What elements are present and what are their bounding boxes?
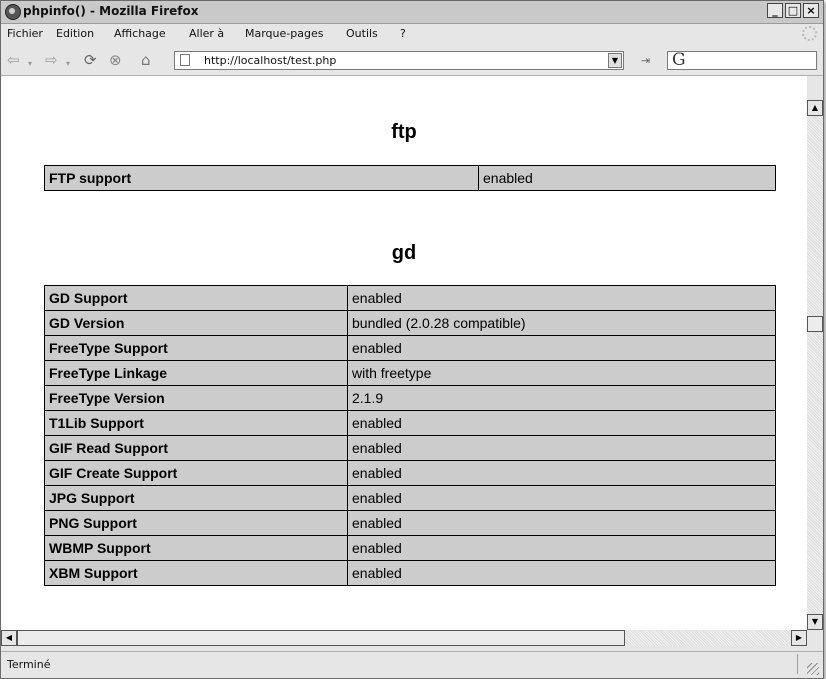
navigation-toolbar: ⇦ ▾ ⇨ ▾ ⟳ ⊗ ⌂ http://localhost/test.php … (1, 45, 823, 76)
reload-icon[interactable]: ⟳ (84, 52, 97, 68)
menu-bar: Fichier Edition Affichage Aller à Marque… (1, 24, 823, 44)
table-row: FreeType Linkage with freetype (44, 360, 776, 386)
row-key: GIF Create Support (44, 460, 348, 486)
vertical-scrollbar[interactable]: ▲ ▼ (807, 100, 823, 630)
row-key: JPG Support (44, 485, 348, 511)
forward-arrow-icon[interactable]: ⇨ (45, 52, 58, 68)
table-row: XBM Support enabled (44, 560, 776, 586)
row-value: enabled (347, 335, 776, 361)
status-bar: Terminé (1, 651, 823, 678)
menu-affichage[interactable]: Affichage (114, 27, 166, 40)
resize-grip-icon[interactable] (807, 663, 819, 675)
row-key: FTP support (44, 165, 479, 191)
row-value: enabled (478, 165, 776, 191)
scrollbar-corner (807, 630, 823, 646)
horizontal-scroll-thumb[interactable] (17, 630, 625, 646)
row-key: T1Lib Support (44, 410, 348, 436)
scroll-right-icon[interactable]: ▶ (791, 630, 807, 646)
row-value: enabled (347, 410, 776, 436)
url-text: http://localhost/test.php (204, 54, 337, 67)
table-row: GIF Create Support enabled (44, 460, 776, 486)
row-key: WBMP Support (44, 535, 348, 561)
close-button[interactable]: × (803, 3, 819, 18)
menu-edition[interactable]: Edition (56, 27, 94, 40)
gd-table: GD Support enabled GD Version bundled (2.0… (44, 285, 776, 586)
scroll-down-icon[interactable]: ▼ (807, 614, 823, 630)
row-value: enabled (347, 485, 776, 511)
table-row: PNG Support enabled (44, 510, 776, 536)
menu-help[interactable]: ? (400, 27, 406, 40)
table-row: GIF Read Support enabled (44, 435, 776, 461)
row-key: FreeType Version (44, 385, 348, 411)
row-key: PNG Support (44, 510, 348, 536)
row-value: 2.1.9 (347, 385, 776, 411)
stop-icon[interactable]: ⊗ (109, 52, 122, 68)
back-arrow-icon[interactable]: ⇦ (7, 52, 20, 68)
status-text: Terminé (7, 658, 51, 671)
table-row: FTP support enabled (44, 165, 776, 191)
row-key: FreeType Linkage (44, 360, 348, 386)
menu-aller-a[interactable]: Aller à (189, 27, 224, 40)
forward-dropdown-icon[interactable]: ▾ (66, 56, 70, 72)
section-heading-ftp: ftp (391, 121, 417, 143)
row-value: enabled (347, 510, 776, 536)
url-dropdown-icon[interactable]: ▼ (608, 53, 622, 68)
table-row: GD Version bundled (2.0.28 compatible) (44, 310, 776, 336)
table-row: FreeType Support enabled (44, 335, 776, 361)
title-bar[interactable]: phpinfo() - Mozilla Firefox _ □ × (1, 1, 823, 24)
scroll-left-icon[interactable]: ◀ (1, 630, 17, 646)
row-value: with freetype (347, 360, 776, 386)
browser-window: phpinfo() - Mozilla Firefox _ □ × Fichie… (0, 0, 824, 679)
row-value: enabled (347, 285, 776, 311)
page-icon (180, 54, 190, 66)
page-content: ftp FTP support enabled gd GD Support ena… (1, 100, 807, 630)
table-row: GD Support enabled (44, 285, 776, 311)
menu-fichier[interactable]: Fichier (7, 27, 43, 40)
table-row: T1Lib Support enabled (44, 410, 776, 436)
table-row: WBMP Support enabled (44, 535, 776, 561)
scroll-up-icon[interactable]: ▲ (807, 100, 823, 116)
row-key: GIF Read Support (44, 435, 348, 461)
row-value: enabled (347, 435, 776, 461)
row-value: enabled (347, 460, 776, 486)
menu-marque-pages[interactable]: Marque-pages (245, 27, 323, 40)
back-dropdown-icon[interactable]: ▾ (28, 56, 32, 72)
google-search-icon[interactable]: G (672, 50, 686, 70)
row-key: XBM Support (44, 560, 348, 586)
horizontal-scrollbar[interactable]: ◀ ▶ (1, 630, 807, 646)
minimize-button[interactable]: _ (767, 3, 783, 18)
maximize-button[interactable]: □ (785, 3, 801, 18)
row-value: bundled (2.0.28 compatible) (347, 310, 776, 336)
ftp-table: FTP support enabled (44, 165, 776, 191)
home-icon[interactable]: ⌂ (141, 52, 151, 68)
firefox-logo-icon (5, 4, 21, 20)
status-divider (797, 654, 798, 674)
row-key: FreeType Support (44, 335, 348, 361)
window-controls: _ □ × (767, 3, 819, 18)
address-bar[interactable]: http://localhost/test.php ▼ (174, 51, 624, 70)
throbber-icon (802, 26, 817, 41)
row-value: enabled (347, 535, 776, 561)
go-icon[interactable]: ⇥ (641, 54, 659, 67)
row-key: GD Support (44, 285, 348, 311)
table-row: FreeType Version 2.1.9 (44, 385, 776, 411)
menu-outils[interactable]: Outils (346, 27, 378, 40)
row-value: enabled (347, 560, 776, 586)
content-top-area (1, 76, 807, 100)
vertical-scroll-thumb[interactable] (807, 316, 823, 332)
section-heading-gd: gd (391, 242, 417, 264)
table-row: JPG Support enabled (44, 485, 776, 511)
row-key: GD Version (44, 310, 348, 336)
search-box[interactable]: G (667, 50, 817, 70)
window-title: phpinfo() - Mozilla Firefox (23, 4, 199, 18)
